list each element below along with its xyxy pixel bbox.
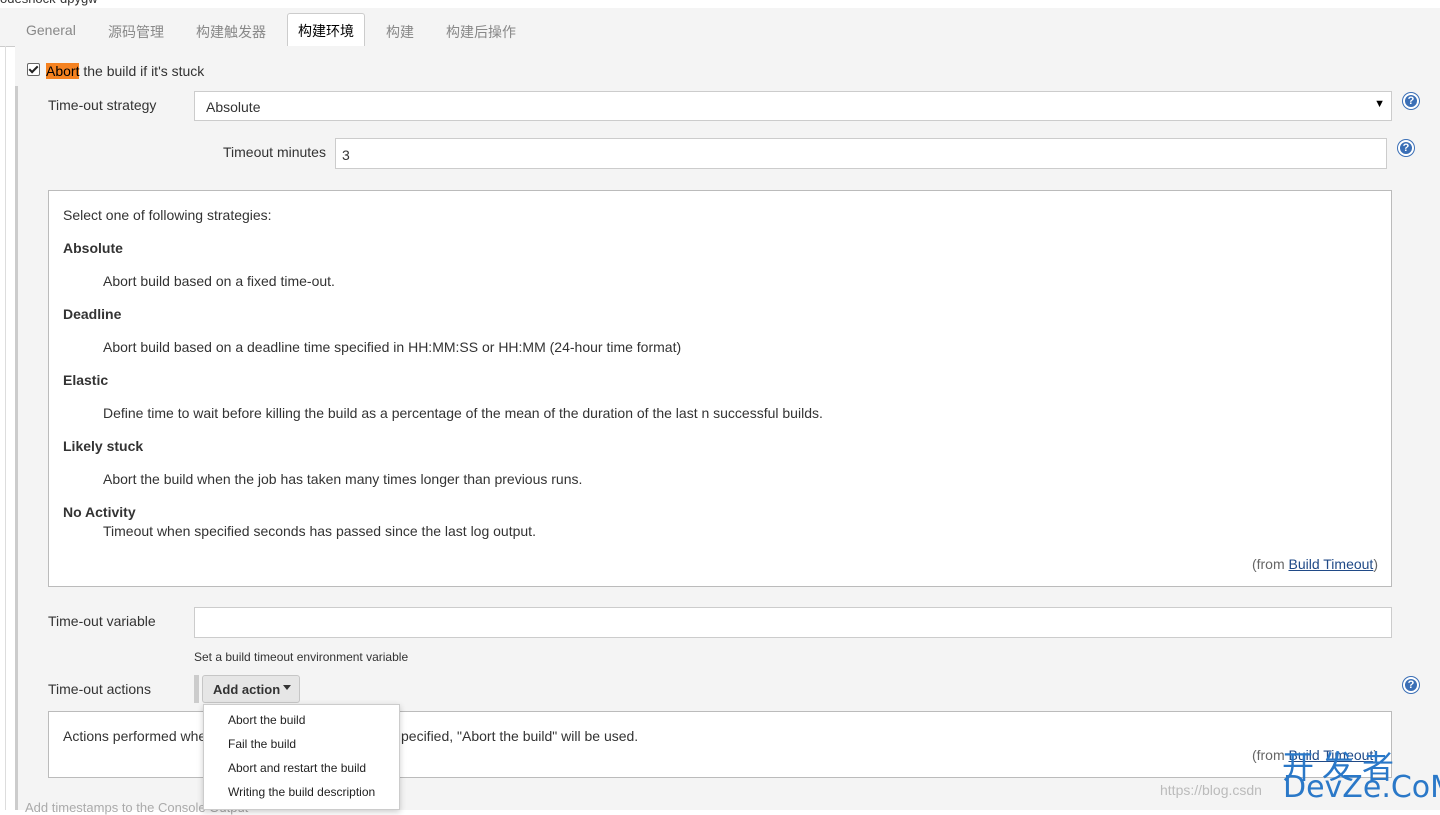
timeout-variable-input[interactable]: [194, 607, 1392, 638]
caret-down-icon: [283, 685, 291, 690]
help-item-desc: Abort build based on a fixed time-out.: [103, 273, 335, 289]
timeout-strategy-select[interactable]: Absolute ▼: [194, 91, 1392, 121]
abort-label[interactable]: Abort the build if it's stuck: [46, 63, 204, 79]
dropdown-arrow-icon: ▼: [1374, 98, 1385, 110]
help-item-name: Elastic: [63, 372, 109, 388]
top-strip: odeshock-dpygw: [0, 0, 1440, 8]
tab-source-management[interactable]: 源码管理: [108, 22, 164, 42]
help-item-desc: Abort the build when the job has taken m…: [103, 471, 583, 487]
menu-item-fail-build[interactable]: Fail the build: [228, 737, 296, 751]
timeout-minutes-value: 3: [342, 147, 350, 163]
add-action-menu: Abort the build Fail the build Abort and…: [203, 704, 400, 810]
timeout-actions-label: Time-out actions: [48, 681, 151, 697]
help-item-name: Absolute: [63, 240, 123, 256]
config-tab-bar: General 源码管理 构建触发器 构建环境 构建 构建后操作: [0, 8, 1440, 48]
timeout-minutes-input[interactable]: 3: [335, 138, 1387, 169]
help-item-desc: Define time to wait before killing the b…: [103, 405, 823, 421]
help-item-desc: Abort build based on a deadline time spe…: [103, 339, 682, 355]
help-item-desc: Timeout when specified seconds has passe…: [103, 523, 536, 539]
menu-item-write-description[interactable]: Writing the build description: [228, 785, 375, 799]
help-icon[interactable]: ?: [1403, 677, 1419, 693]
build-timeout-link[interactable]: Build Timeout: [1289, 556, 1374, 572]
menu-item-abort-restart-build[interactable]: Abort and restart the build: [228, 761, 366, 775]
left-border: [5, 46, 6, 810]
add-action-button[interactable]: Add action: [202, 675, 300, 703]
watermark-text: https://blog.csdn: [1160, 782, 1262, 798]
timeout-minutes-label: Timeout minutes: [223, 144, 326, 160]
actions-help-text-left: Actions performed whe: [63, 728, 207, 744]
tab-build[interactable]: 构建: [386, 22, 414, 42]
tab-build-environment[interactable]: 构建环境: [287, 13, 365, 48]
devze-logo: 开发者 DevZe.CoM: [1282, 748, 1440, 805]
help-item-name: Deadline: [63, 306, 122, 322]
actions-help-text-right: pecified, "Abort the build" will be used…: [401, 728, 639, 744]
timeout-strategy-label: Time-out strategy: [48, 97, 157, 113]
timeout-strategy-value: Absolute: [206, 99, 261, 115]
help-source: (from Build Timeout): [1251, 556, 1378, 572]
timeout-variable-hint: Set a build timeout environment variable: [194, 650, 409, 664]
menu-item-abort-build[interactable]: Abort the build: [228, 713, 305, 727]
job-breadcrumb[interactable]: odeshock-dpygw: [0, 0, 98, 6]
timeout-variable-label: Time-out variable: [48, 613, 156, 629]
strategy-help-box: Select one of following strategies: Abso…: [48, 190, 1392, 587]
tab-general[interactable]: General: [26, 22, 76, 38]
abort-checkbox[interactable]: [27, 63, 40, 76]
help-icon[interactable]: ?: [1398, 140, 1414, 156]
help-item-name: Likely stuck: [63, 438, 144, 454]
tab-post-build-actions[interactable]: 构建后操作: [446, 22, 516, 42]
search-highlight: Abort: [46, 63, 80, 79]
help-intro: Select one of following strategies:: [63, 207, 272, 223]
help-icon[interactable]: ?: [1403, 93, 1419, 109]
help-item-name: No Activity: [63, 504, 136, 520]
tab-build-triggers[interactable]: 构建触发器: [196, 22, 266, 42]
